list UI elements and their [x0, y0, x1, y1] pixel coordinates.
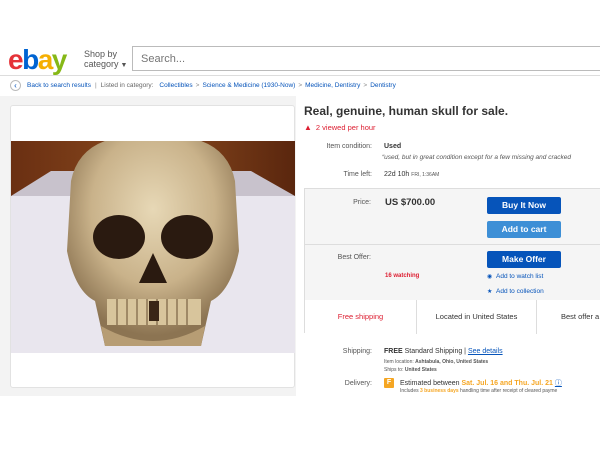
ebay-logo[interactable]: ebay — [8, 44, 67, 76]
eye-icon: ◉ — [487, 274, 493, 280]
make-offer-button[interactable]: Make Offer — [487, 251, 561, 268]
shipping-label: Shipping: — [342, 348, 372, 355]
watching-count: 16 watching — [385, 273, 420, 279]
info-icon[interactable]: ⓘ — [555, 380, 562, 387]
item-location-value: Ashtabula, Ohio, United States — [415, 359, 489, 365]
time-left-detail: FRI, 1:36AM — [411, 172, 440, 178]
category-label: category — [84, 59, 119, 69]
price-value: US $700.00 — [385, 197, 436, 208]
includes-text: Includes — [400, 388, 419, 394]
breadcrumb-chevron-icon: > — [298, 81, 303, 89]
delivery-dates: Sat. Jul. 16 and Thu. Jul. 21 — [461, 380, 553, 387]
see-details-link[interactable]: See details — [468, 348, 503, 355]
condition-note: “used, but in great condition except for… — [382, 154, 571, 161]
listing-title: Real, genuine, human skull for sale. — [304, 104, 509, 118]
condition-note-text: used, but in great condition except for … — [384, 154, 571, 161]
add-to-collection-text: Add to collection — [496, 288, 544, 295]
chevron-down-icon: ▼ — [120, 62, 128, 69]
best-offer-label: Best Offer: — [337, 254, 371, 261]
shop-by-label: Shop by — [84, 49, 118, 59]
item-location: Item location: Ashtabula, Ohio, United S… — [384, 359, 488, 365]
ebay-listing-page: ebay Shop by category▼ ‹ Back to search … — [0, 0, 600, 450]
breadcrumb-separator: | — [94, 81, 97, 89]
item-location-label: Item location: — [384, 359, 414, 365]
best-offer-tab: Best offer a — [561, 312, 600, 321]
business-days: 3 business days — [420, 388, 459, 394]
ships-to: Ships to: United States — [384, 367, 437, 373]
back-arrow-icon[interactable]: ‹ — [10, 79, 21, 91]
price-box: Price: US $700.00 Buy It Now Add to cart… — [304, 188, 600, 334]
time-left-label: Time left: — [343, 171, 372, 178]
condition-label: Item condition: — [326, 143, 372, 150]
add-to-collection-link[interactable]: ★ Add to collection — [487, 288, 544, 295]
back-to-search-link[interactable]: Back to search results — [27, 82, 91, 89]
skull-photo[interactable] — [11, 141, 295, 353]
price-label: Price: — [353, 199, 371, 206]
add-to-watch-text: Add to watch list — [496, 273, 544, 280]
search-input[interactable] — [132, 46, 600, 71]
estimated-text: Estimated between — [400, 380, 460, 387]
price-box-divider — [305, 244, 600, 245]
breadcrumb-item[interactable]: Medicine, Dentistry — [305, 82, 360, 89]
breadcrumb-item[interactable]: Science & Medicine (1930-Now) — [202, 82, 295, 89]
header: ebay Shop by category ▼ — [0, 40, 600, 76]
listing-details: Real, genuine, human skull for sale. ▲ 2 … — [296, 96, 600, 396]
ships-to-value: United States — [404, 367, 437, 373]
condition-value: Used — [384, 143, 402, 150]
time-left-text: 22d 10h — [384, 171, 410, 178]
time-left-value: 22d 10h FRI, 1:36AM — [384, 171, 439, 178]
header-divider — [0, 75, 600, 76]
fast-delivery-icon: F — [384, 378, 394, 389]
shipping-free: FREE — [384, 348, 403, 355]
ships-to-label: Ships to: — [384, 367, 404, 373]
image-card — [10, 105, 295, 388]
add-to-watch-list-link[interactable]: ◉ Add to watch list — [487, 273, 543, 280]
breadcrumb-item[interactable]: Dentistry — [370, 82, 396, 89]
flame-icon: ▲ — [304, 123, 312, 132]
handling-note: Includes 3 business days handling time a… — [400, 388, 557, 394]
viewed-indicator: ▲ 2 viewed per hour — [304, 123, 376, 132]
listed-in-label: Listed in category: — [100, 81, 154, 89]
breadcrumb-chevron-icon: > — [363, 81, 368, 89]
star-icon: ★ — [487, 289, 493, 295]
highlights-bar: Free shipping Located in United States B… — [305, 300, 600, 334]
breadcrumb-item[interactable]: Collectibles — [159, 82, 192, 89]
delivery-estimate: F Estimated between Sat. Jul. 16 and Thu.… — [384, 378, 562, 389]
buy-it-now-button[interactable]: Buy It Now — [487, 197, 561, 214]
shop-by-category-button[interactable]: Shop by category ▼ — [84, 49, 127, 71]
viewed-text: 2 viewed per hour — [315, 123, 376, 132]
breadcrumb: ‹ Back to search results | Listed in cat… — [10, 79, 396, 91]
listing-content: Real, genuine, human skull for sale. ▲ 2 … — [0, 96, 600, 396]
free-shipping-tab: Free shipping — [305, 300, 417, 334]
shipping-standard: Standard Shipping — [404, 348, 463, 355]
delivery-label: Delivery: — [344, 380, 372, 387]
add-to-cart-button[interactable]: Add to cart — [487, 221, 561, 238]
breadcrumb-chevron-icon: > — [195, 81, 200, 89]
shipping-value: FREE Standard Shipping | See details — [384, 348, 503, 355]
location-tab: Located in United States — [417, 300, 537, 334]
handling-text: handling time after receipt of cleared p… — [460, 388, 558, 394]
